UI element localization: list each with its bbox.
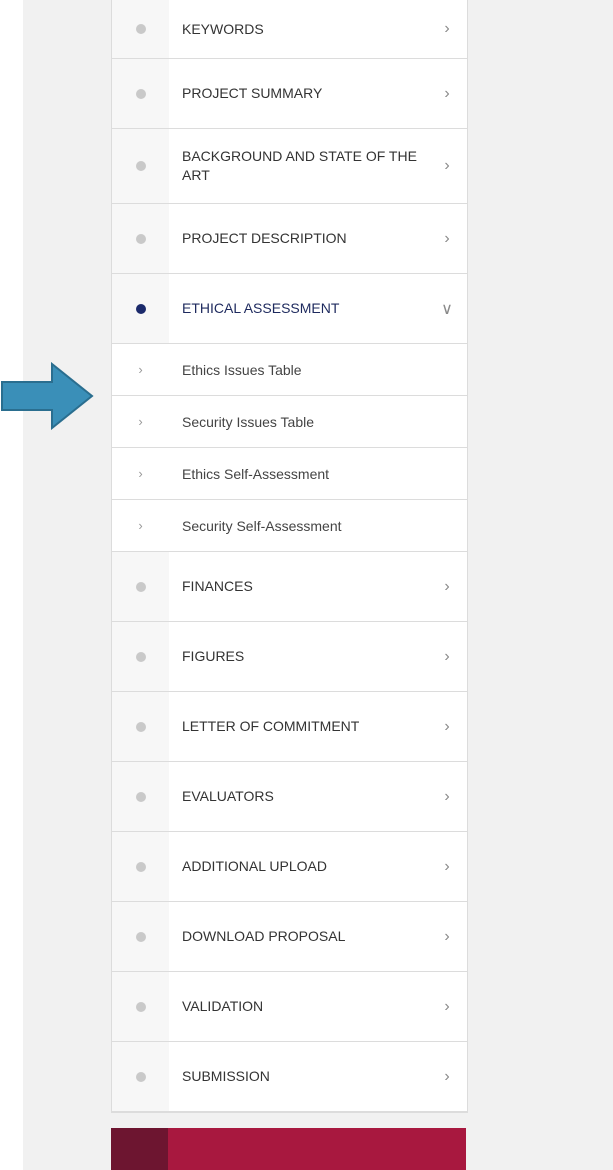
sub-item-ethics-issues-table[interactable]: › Ethics Issues Table xyxy=(112,344,467,396)
chevron-down-icon: ∨ xyxy=(441,300,453,318)
chevron-right-icon: › xyxy=(444,84,450,102)
status-dot-icon xyxy=(135,651,146,662)
chevron-right-icon: › xyxy=(138,414,143,429)
sub-item-label: Ethics Issues Table xyxy=(182,361,302,378)
chevron-right-icon: › xyxy=(138,518,143,533)
nav-item-validation[interactable]: VALIDATION › xyxy=(112,972,467,1042)
sub-item-security-issues-table[interactable]: › Security Issues Table xyxy=(112,396,467,448)
nav-item-label: SUBMISSION xyxy=(182,1068,270,1084)
nav-item-project-summary[interactable]: PROJECT SUMMARY › xyxy=(112,59,467,129)
status-dot-icon xyxy=(135,303,146,314)
chevron-right-icon: › xyxy=(444,997,450,1015)
nav-item-background[interactable]: BACKGROUND AND STATE OF THE ART › xyxy=(112,129,467,204)
nav-item-label: PROJECT DESCRIPTION xyxy=(182,230,347,246)
nav-item-finances[interactable]: FINANCES › xyxy=(112,552,467,622)
nav-item-label: KEYWORDS xyxy=(182,20,264,37)
status-dot-icon xyxy=(135,931,146,942)
status-dot-icon xyxy=(135,1001,146,1012)
sub-item-ethics-self-assessment[interactable]: › Ethics Self-Assessment xyxy=(112,448,467,500)
proposal-sidebar-nav: KEYWORDS › PROJECT SUMMARY › BACKGROUND … xyxy=(111,0,468,1113)
chevron-right-icon: › xyxy=(444,787,450,805)
chevron-right-icon: › xyxy=(444,857,450,875)
nav-item-label: FIGURES xyxy=(182,648,245,664)
nav-item-label: FINANCES xyxy=(182,578,253,594)
chevron-right-icon: › xyxy=(138,362,143,377)
status-dot-icon xyxy=(135,1071,146,1082)
nav-item-label: DOWNLOAD PROPOSAL xyxy=(182,928,346,944)
nav-item-figures[interactable]: FIGURES › xyxy=(112,622,467,692)
chevron-right-icon: › xyxy=(444,1067,450,1085)
status-dot-icon xyxy=(135,581,146,592)
status-dot-icon xyxy=(135,721,146,732)
status-dot-icon xyxy=(135,233,146,244)
arrow-right-icon xyxy=(1,362,94,430)
nav-item-label: VALIDATION xyxy=(182,998,264,1014)
chevron-right-icon: › xyxy=(444,20,450,37)
nav-item-submission[interactable]: SUBMISSION › xyxy=(112,1042,467,1112)
sub-item-security-self-assessment[interactable]: › Security Self-Assessment xyxy=(112,500,467,552)
chevron-right-icon: › xyxy=(444,927,450,945)
bottom-action-bar[interactable] xyxy=(111,1128,466,1170)
nav-item-project-description[interactable]: PROJECT DESCRIPTION › xyxy=(112,204,467,274)
chevron-right-icon: › xyxy=(444,577,450,595)
nav-item-letter-of-commitment[interactable]: LETTER OF COMMITMENT › xyxy=(112,692,467,762)
chevron-right-icon: › xyxy=(444,647,450,665)
nav-item-evaluators[interactable]: EVALUATORS › xyxy=(112,762,467,832)
nav-item-label: EVALUATORS xyxy=(182,788,274,804)
nav-item-additional-upload[interactable]: ADDITIONAL UPLOAD › xyxy=(112,832,467,902)
status-dot-icon xyxy=(135,861,146,872)
nav-item-keywords[interactable]: KEYWORDS › xyxy=(112,0,467,59)
nav-item-label: LETTER OF COMMITMENT xyxy=(182,718,360,734)
nav-item-label: ADDITIONAL UPLOAD xyxy=(182,858,327,874)
status-dot-icon xyxy=(135,161,146,171)
sub-item-label: Security Self-Assessment xyxy=(182,517,342,534)
nav-item-ethical-assessment[interactable]: ETHICAL ASSESSMENT ∨ xyxy=(112,274,467,344)
nav-item-label: BACKGROUND AND STATE OF THE ART xyxy=(182,148,417,183)
chevron-right-icon: › xyxy=(444,157,450,174)
status-dot-icon xyxy=(135,88,146,99)
nav-item-download-proposal[interactable]: DOWNLOAD PROPOSAL › xyxy=(112,902,467,972)
chevron-right-icon: › xyxy=(138,466,143,481)
nav-item-label: PROJECT SUMMARY xyxy=(182,85,323,101)
chevron-right-icon: › xyxy=(444,229,450,247)
nav-item-label: ETHICAL ASSESSMENT xyxy=(182,300,340,316)
sub-item-label: Ethics Self-Assessment xyxy=(182,465,330,482)
sub-item-label: Security Issues Table xyxy=(182,413,315,430)
chevron-right-icon: › xyxy=(444,717,450,735)
status-dot-icon xyxy=(135,24,146,34)
status-dot-icon xyxy=(135,791,146,802)
